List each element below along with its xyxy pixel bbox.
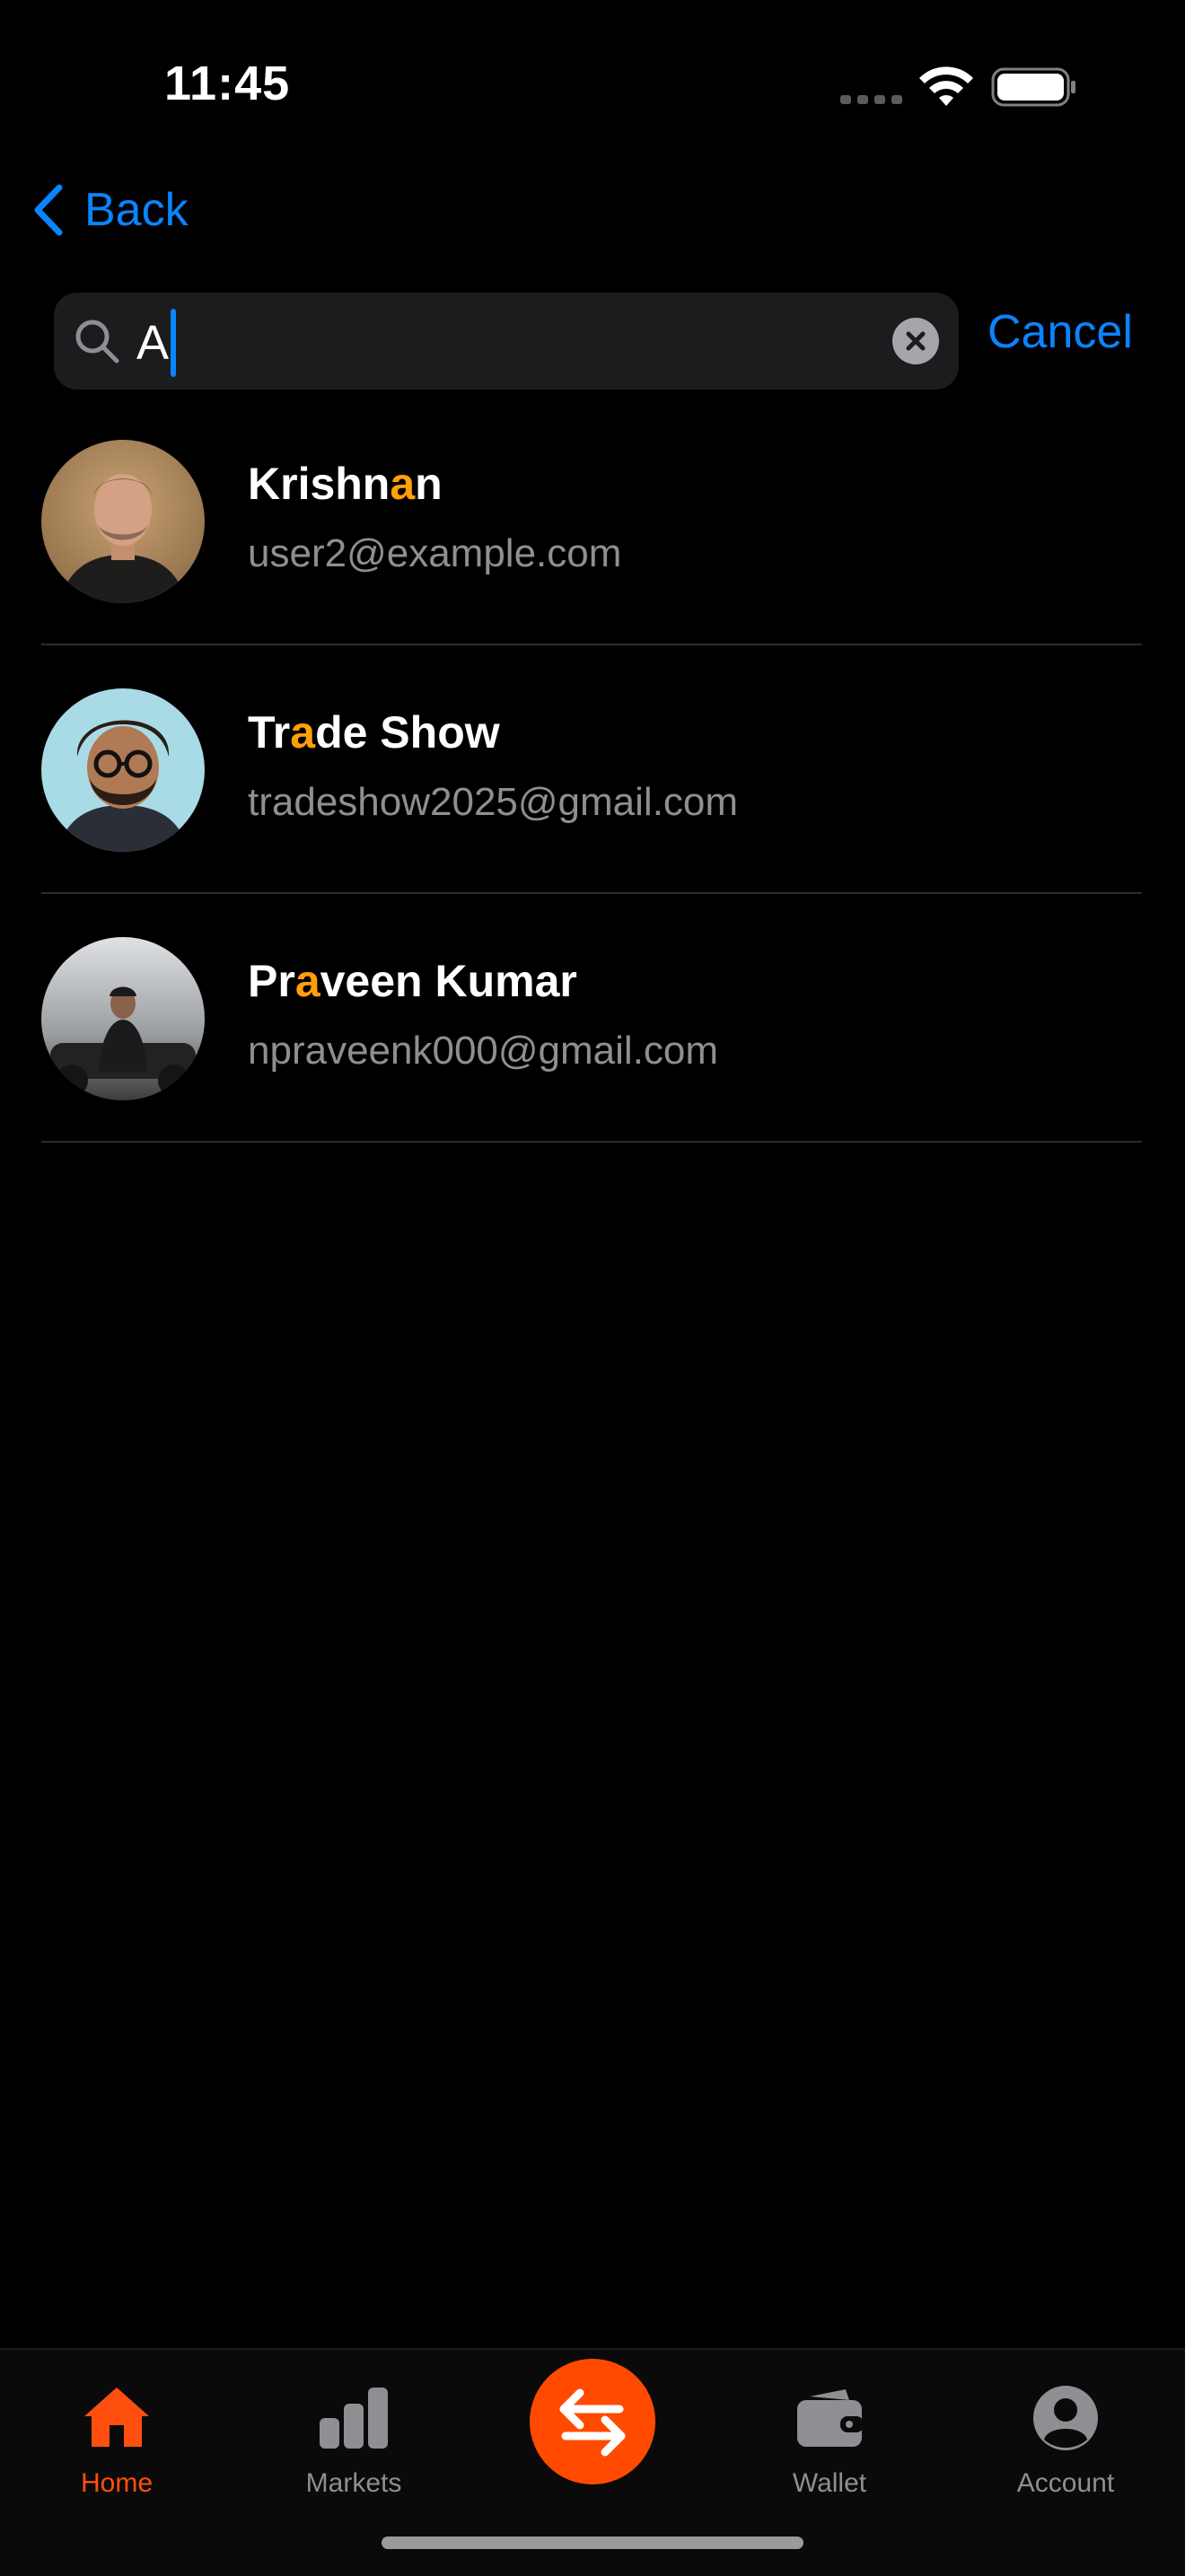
home-indicator bbox=[382, 2537, 803, 2549]
name-text: de Show bbox=[315, 707, 500, 758]
divider bbox=[41, 1141, 1142, 1143]
tab-label: Markets bbox=[305, 2468, 402, 2498]
result-name: Krishnan bbox=[248, 458, 443, 510]
list-item[interactable]: Krishnan user2@example.com bbox=[0, 431, 1185, 679]
tab-account[interactable]: Account bbox=[976, 2370, 1155, 2504]
name-text: Krishn bbox=[248, 459, 391, 509]
list-item[interactable]: Trade Show tradeshow2025@gmail.com bbox=[0, 679, 1185, 928]
battery-icon bbox=[991, 67, 1075, 107]
back-label: Back bbox=[84, 184, 189, 236]
result-name: Trade Show bbox=[248, 706, 500, 758]
search-bar[interactable]: A bbox=[54, 293, 959, 390]
divider bbox=[41, 892, 1142, 894]
result-email: tradeshow2025@gmail.com bbox=[248, 780, 739, 824]
search-input[interactable]: A bbox=[136, 309, 177, 377]
result-name: Praveen Kumar bbox=[248, 955, 577, 1007]
clear-search-icon[interactable] bbox=[892, 318, 939, 364]
divider bbox=[41, 644, 1142, 645]
name-text: Pr bbox=[248, 956, 295, 1006]
swap-arrows-icon[interactable] bbox=[530, 2359, 655, 2484]
house-icon bbox=[84, 2388, 149, 2447]
status-bar: 11:45 bbox=[0, 0, 1185, 171]
result-email: user2@example.com bbox=[248, 531, 622, 575]
chevron-left-icon bbox=[34, 184, 63, 236]
text-caret bbox=[171, 309, 177, 377]
search-icon bbox=[75, 320, 119, 364]
list-item[interactable]: Praveen Kumar npraveenk000@gmail.com bbox=[0, 928, 1185, 1177]
tab-wallet[interactable]: Wallet bbox=[740, 2370, 919, 2504]
search-input-value: A bbox=[136, 316, 170, 370]
bar-chart-icon bbox=[320, 2388, 388, 2449]
tab-label: Home bbox=[80, 2468, 154, 2498]
name-match-highlight: a bbox=[294, 956, 320, 1006]
cancel-button[interactable]: Cancel bbox=[988, 305, 1133, 359]
name-text: n bbox=[415, 459, 443, 509]
tab-label: Wallet bbox=[792, 2468, 867, 2498]
wifi-icon bbox=[919, 66, 973, 106]
result-email: npraveenk000@gmail.com bbox=[248, 1029, 719, 1073]
tab-markets[interactable]: Markets bbox=[264, 2370, 443, 2504]
name-match-highlight: a bbox=[390, 459, 416, 509]
name-text: Tr bbox=[248, 707, 291, 758]
avatar bbox=[41, 937, 205, 1100]
name-match-highlight: a bbox=[290, 707, 316, 758]
status-time: 11:45 bbox=[164, 57, 291, 110]
tab-label: Account bbox=[1016, 2468, 1115, 2498]
name-text: veen Kumar bbox=[320, 956, 577, 1006]
back-button[interactable]: Back bbox=[31, 178, 189, 242]
wallet-icon bbox=[797, 2389, 864, 2447]
avatar bbox=[41, 688, 205, 852]
person-circle-icon bbox=[1033, 2386, 1098, 2450]
tab-home[interactable]: Home bbox=[27, 2370, 206, 2504]
cellular-signal-icon bbox=[840, 95, 902, 104]
avatar bbox=[41, 440, 205, 603]
